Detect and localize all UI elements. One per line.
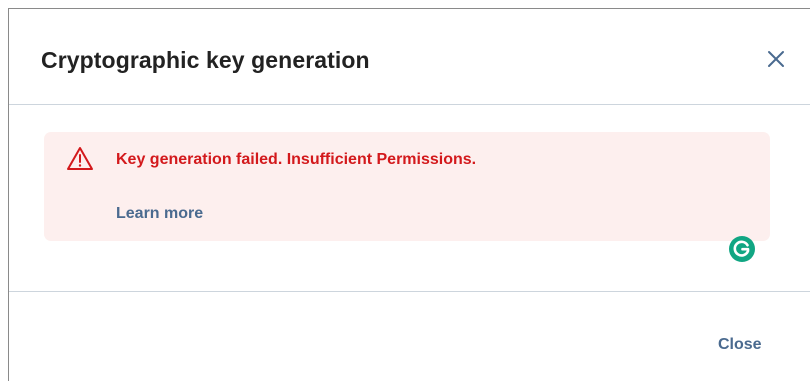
warning-triangle-icon [66, 146, 94, 172]
dialog-title: Cryptographic key generation [41, 47, 370, 73]
learn-more-link[interactable]: Learn more [116, 205, 203, 223]
error-alert: Key generation failed. Insufficient Perm… [44, 132, 770, 241]
modal-dialog: Cryptographic key generation Key generat… [8, 8, 810, 381]
alert-message: Key generation failed. Insufficient Perm… [116, 151, 477, 168]
footer-divider [9, 291, 810, 292]
close-button[interactable]: Close [718, 336, 762, 354]
close-icon[interactable] [764, 47, 788, 71]
grammarly-icon[interactable] [727, 234, 757, 264]
dialog-header: Cryptographic key generation [9, 9, 810, 105]
